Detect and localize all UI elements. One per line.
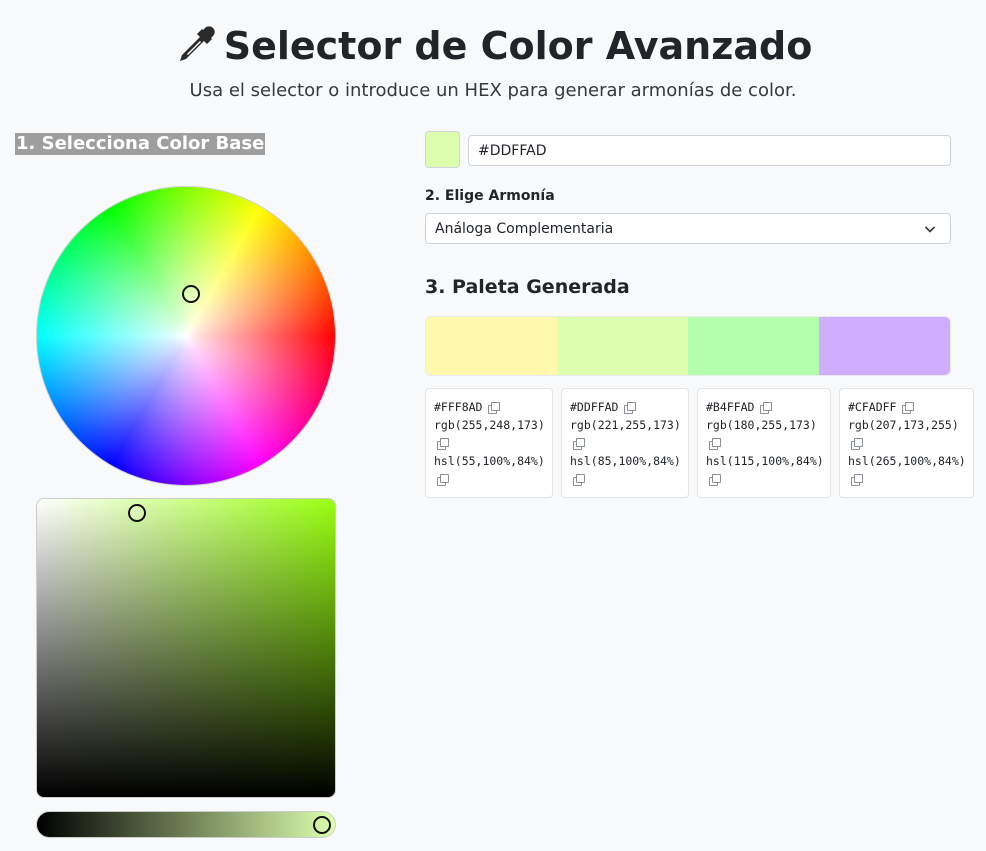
- copy-icon[interactable]: [437, 474, 449, 486]
- copy-rgb-row: [706, 434, 830, 452]
- hsl-value: hsl(115,100%,84%): [706, 454, 824, 468]
- hex-row: #DDFFAD: [570, 398, 688, 416]
- step1-label: 1. Selecciona Color Base: [15, 133, 266, 155]
- copy-hsl-row: [848, 470, 973, 488]
- page-subtitle: Usa el selector o introduce un HEX para …: [189, 80, 797, 101]
- hsl-value: hsl(265,100%,84%): [848, 454, 966, 468]
- copy-icon[interactable]: [624, 402, 637, 414]
- copy-icon[interactable]: [851, 474, 863, 486]
- color-card: #B4FFAD rgb(180,255,173) hsl(115,100%,84…: [697, 388, 831, 498]
- step2-label: 2. Elige Armonía: [425, 188, 555, 204]
- palette-swatch[interactable]: [688, 317, 819, 375]
- page-header: Selector de Color Avanzado: [0, 22, 986, 71]
- base-color-swatch: [425, 131, 460, 168]
- color-card: #DDFFAD rgb(221,255,173) hsl(85,100%,84%…: [561, 388, 689, 498]
- hex-row: #CFADFF: [848, 398, 973, 416]
- copy-icon[interactable]: [902, 402, 915, 414]
- copy-icon[interactable]: [709, 438, 721, 450]
- color-card: #CFADFF rgb(207,173,255) hsl(265,100%,84…: [839, 388, 974, 498]
- page-title-text: Selector de Color Avanzado: [223, 24, 813, 68]
- hue-wheel[interactable]: [36, 186, 336, 486]
- hex-value: #CFADFF: [848, 400, 897, 414]
- page-title: Selector de Color Avanzado: [174, 22, 813, 70]
- harmony-select-value: Análoga Complementaria: [435, 220, 614, 237]
- rgb-value: rgb(221,255,173): [570, 418, 681, 432]
- hsl-value: hsl(55,100%,84%): [434, 454, 545, 468]
- value-slider-handle[interactable]: [313, 816, 331, 834]
- copy-rgb-row: [434, 434, 552, 452]
- palette-bar: [425, 316, 951, 376]
- value-slider[interactable]: [36, 811, 336, 838]
- copy-rgb-row: [570, 434, 688, 452]
- copy-icon[interactable]: [573, 438, 585, 450]
- copy-hsl-row: [570, 470, 688, 488]
- copy-icon[interactable]: [851, 438, 863, 450]
- rgb-value: rgb(255,248,173): [434, 418, 545, 432]
- color-card: #FFF8AD rgb(255,248,173) hsl(55,100%,84%…: [425, 388, 553, 498]
- palette-swatch[interactable]: [426, 317, 557, 375]
- copy-hsl-row: [434, 470, 552, 488]
- copy-icon[interactable]: [573, 474, 585, 486]
- hex-value: #DDFFAD: [570, 400, 619, 414]
- harmony-select[interactable]: Análoga Complementaria: [425, 213, 951, 244]
- rgb-value: rgb(207,173,255): [848, 418, 959, 432]
- copy-icon[interactable]: [709, 474, 721, 486]
- copy-icon[interactable]: [488, 402, 501, 414]
- rgb-value: rgb(180,255,173): [706, 418, 817, 432]
- copy-icon[interactable]: [437, 438, 449, 450]
- saturation-value-box[interactable]: [36, 498, 336, 798]
- step3-label: 3. Paleta Generada: [425, 276, 630, 298]
- chevron-down-icon: [924, 226, 936, 233]
- hex-value: #B4FFAD: [706, 400, 755, 414]
- hue-wheel-handle[interactable]: [182, 285, 200, 303]
- copy-hsl-row: [706, 470, 830, 488]
- copy-rgb-row: [848, 434, 973, 452]
- palette-swatch[interactable]: [819, 317, 950, 375]
- copy-icon[interactable]: [760, 402, 773, 414]
- eyedropper-icon: [179, 26, 215, 61]
- hex-input[interactable]: [468, 135, 951, 166]
- palette-swatch[interactable]: [557, 317, 688, 375]
- saturation-value-handle[interactable]: [128, 504, 146, 522]
- hex-row: #B4FFAD: [706, 398, 830, 416]
- hex-value: #FFF8AD: [434, 400, 483, 414]
- hsl-value: hsl(85,100%,84%): [570, 454, 681, 468]
- hex-row: #FFF8AD: [434, 398, 552, 416]
